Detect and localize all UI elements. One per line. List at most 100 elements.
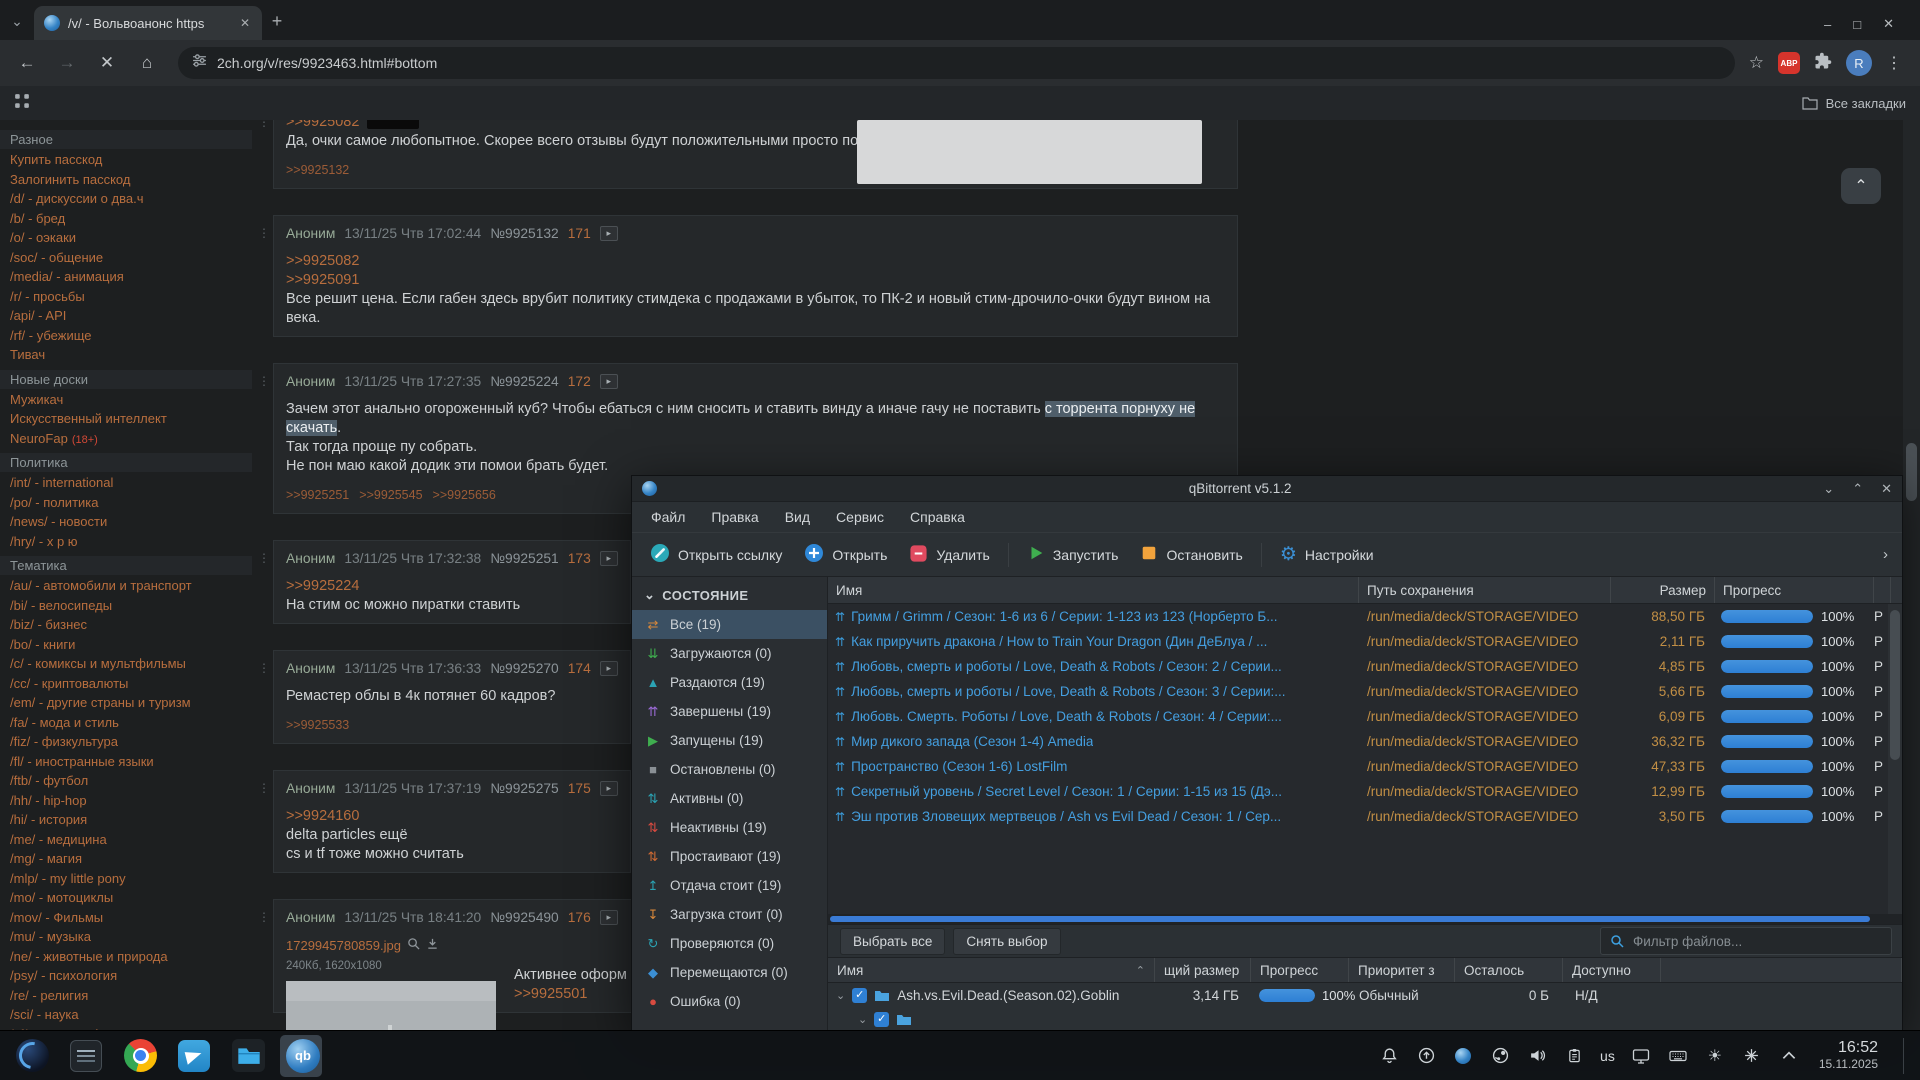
site-info-icon[interactable] [192, 53, 207, 73]
show-desktop-strip[interactable] [1903, 1038, 1910, 1074]
menu-item[interactable]: Файл [638, 509, 698, 525]
menu-item[interactable]: Сервис [823, 509, 897, 525]
quote-link[interactable]: >>9924160 [286, 808, 359, 824]
post-ordinal-link[interactable]: 176 [568, 908, 591, 927]
sidebar-board-link[interactable]: /media/ - анимация [0, 268, 252, 288]
open-link-button[interactable]: Открыть ссылку [640, 537, 792, 573]
quote-link[interactable]: >>9925091 [286, 272, 359, 288]
post-handle[interactable]: ⋮ [258, 224, 270, 243]
status-filter-item[interactable]: ⇊ Загружаются (0) [632, 639, 827, 668]
post-number-link[interactable]: №9925275 [490, 779, 559, 798]
bookmark-star-icon[interactable]: ☆ [1749, 53, 1764, 73]
page-scrollbar[interactable] [1903, 120, 1920, 1030]
post-ordinal-link[interactable]: 175 [568, 779, 591, 798]
file-row[interactable]: ⌄ ✓ Ash.vs.Evil.Dead.(Season.02).Goblin … [828, 983, 1902, 1007]
reply-link[interactable]: >>9925656 [433, 486, 496, 505]
clock[interactable]: 16:52 15.11.2025 [1819, 1039, 1878, 1071]
sidebar-board-link[interactable]: /hi/ - история [0, 811, 252, 831]
post-number-link[interactable]: №9925270 [490, 659, 559, 678]
post-number-link[interactable]: №9925251 [490, 549, 559, 568]
scrollbar-thumb[interactable] [1890, 610, 1900, 760]
column-header[interactable]: Имя⌃ [828, 958, 1155, 982]
torrent-row[interactable]: ⇈Как приручить дракона / How to Train Yo… [828, 629, 1902, 654]
stop-button[interactable]: Остановить [1130, 537, 1252, 573]
torrent-row[interactable]: ⇈Пространство (Сезон 1-6) LostFilm /run/… [828, 754, 1902, 779]
torrent-row[interactable]: ⇈Любовь, смерть и роботы / Love, Death &… [828, 679, 1902, 704]
sidebar-board-link[interactable]: /bi/ - велосипеды [0, 597, 252, 617]
expander-icon[interactable]: ⌄ [836, 989, 845, 1002]
quote-link[interactable]: >>9925082 [286, 253, 359, 269]
column-header[interactable]: Имя [828, 577, 1359, 603]
status-filter-item[interactable]: ● Ошибка (0) [632, 987, 827, 1016]
torrent-row[interactable]: ⇈Эш против Зловещих мертвецов / Ash vs E… [828, 804, 1902, 829]
post-ordinal-link[interactable]: 173 [568, 549, 591, 568]
status-filter-item[interactable]: ■ Остановлены (0) [632, 755, 827, 784]
status-filter-item[interactable]: ⇄ Все (19) [632, 610, 827, 639]
toolbar-overflow-icon[interactable]: › [1883, 546, 1894, 563]
column-header[interactable]: Размер [1611, 577, 1715, 603]
torrent-table-header[interactable]: Имя Путь сохранения Размер Прогресс [828, 577, 1902, 604]
status-filter-item[interactable]: ▶ Запущены (19) [632, 726, 827, 755]
forward-button[interactable]: → [50, 46, 84, 80]
keyboard-icon[interactable] [1667, 1043, 1689, 1069]
spoiler-pill[interactable] [367, 120, 419, 129]
column-header[interactable]: Прогресс [1251, 958, 1349, 982]
deselect-all-button[interactable]: Снять выбор [953, 928, 1060, 955]
clipboard-icon[interactable] [1563, 1043, 1585, 1069]
post-expand-button[interactable]: ▸ [600, 910, 618, 925]
torrent-list-hscrollbar[interactable] [828, 914, 1902, 924]
column-header[interactable]: Осталось [1455, 958, 1563, 982]
sidebar-board-link[interactable]: /sci/ - наука [0, 1006, 252, 1026]
sidebar-board-link[interactable]: /mu/ - музыка [0, 928, 252, 948]
file-filter-input[interactable] [1631, 933, 1882, 950]
attachment-filename-link[interactable]: 1729945780859.jpg [286, 936, 401, 955]
sidebar-board-link[interactable]: /news/ - новости [0, 513, 252, 533]
sidebar-board-link[interactable]: /mov/ - Фильмы [0, 909, 252, 929]
post-number-link[interactable]: №9925490 [490, 908, 559, 927]
extensions-icon[interactable] [1814, 52, 1832, 75]
sidebar-board-link[interactable]: Залогинить пасскод [0, 171, 252, 191]
post-expand-button[interactable]: ▸ [600, 374, 618, 389]
sidebar-board-link[interactable]: /int/ - international [0, 474, 252, 494]
sidebar-board-link[interactable]: /b/ - бред [0, 210, 252, 230]
reply-link[interactable]: >>9925132 [286, 161, 349, 180]
sidebar-board-link[interactable]: Искусственный интеллект [0, 410, 252, 430]
reply-link[interactable]: >>9925533 [286, 716, 349, 735]
torrent-row[interactable]: ⇈Любовь. Смерть. Роботы / Love, Death & … [828, 704, 1902, 729]
post-ordinal-link[interactable]: 171 [568, 224, 591, 243]
download-icon[interactable] [426, 936, 439, 955]
window-restore-button[interactable]: □ [1853, 17, 1861, 32]
scrollbar-thumb[interactable] [1906, 443, 1917, 501]
sidebar-board-link[interactable]: /me/ - медицина [0, 831, 252, 851]
quote-link[interactable]: >>9925224 [286, 578, 359, 594]
qbt-close-icon[interactable]: ✕ [1881, 481, 1892, 497]
column-header[interactable]: Прогресс [1715, 577, 1874, 603]
column-header[interactable]: щий размер [1155, 958, 1251, 982]
status-filter-item[interactable]: ◆ Перемещаются (0) [632, 958, 827, 987]
file-row-partial[interactable]: ⌄ ✓ [850, 1007, 1902, 1031]
post-ordinal-link[interactable]: 174 [568, 659, 591, 678]
start-button[interactable]: Запустить [1017, 537, 1129, 573]
post-handle[interactable]: ⋮ [258, 779, 270, 798]
menu-item[interactable]: Правка [698, 509, 771, 525]
address-bar[interactable]: 2ch.org/v/res/9923463.html#bottom [178, 47, 1735, 79]
sidebar-board-link[interactable]: /rf/ - убежище [0, 327, 252, 347]
column-header[interactable]: Путь сохранения [1359, 577, 1611, 603]
sidebar-board-link[interactable]: /re/ - религия [0, 987, 252, 1007]
sidebar-board-link[interactable]: /au/ - автомобили и транспорт [0, 577, 252, 597]
sidebar-board-link[interactable]: Мужикач [0, 391, 252, 411]
expander-icon[interactable]: ⌄ [858, 1013, 867, 1026]
status-filter-item[interactable]: ⇅ Активны (0) [632, 784, 827, 813]
sidebar-board-link[interactable]: /hry/ - х р ю [0, 533, 252, 553]
sidebar-board-link[interactable]: /em/ - другие страны и туризм [0, 694, 252, 714]
torrent-row[interactable]: ⇈Гримм / Grimm / Сезон: 1-6 из 6 / Серии… [828, 604, 1902, 629]
new-tab-button[interactable]: + [262, 6, 292, 36]
settings-button[interactable]: ⚙ Настройки [1270, 537, 1384, 573]
sidebar-board-link[interactable]: Тивач [0, 346, 252, 366]
file-manager-icon[interactable] [226, 1035, 268, 1077]
torrent-row[interactable]: ⇈Любовь, смерть и роботы / Love, Death &… [828, 654, 1902, 679]
tab-search-button[interactable]: ⌄ [0, 4, 34, 38]
sidebar-board-link[interactable]: /ftb/ - футбол [0, 772, 252, 792]
menu-item[interactable]: Справка [897, 509, 978, 525]
reply-link[interactable]: >>9925251 [286, 486, 349, 505]
